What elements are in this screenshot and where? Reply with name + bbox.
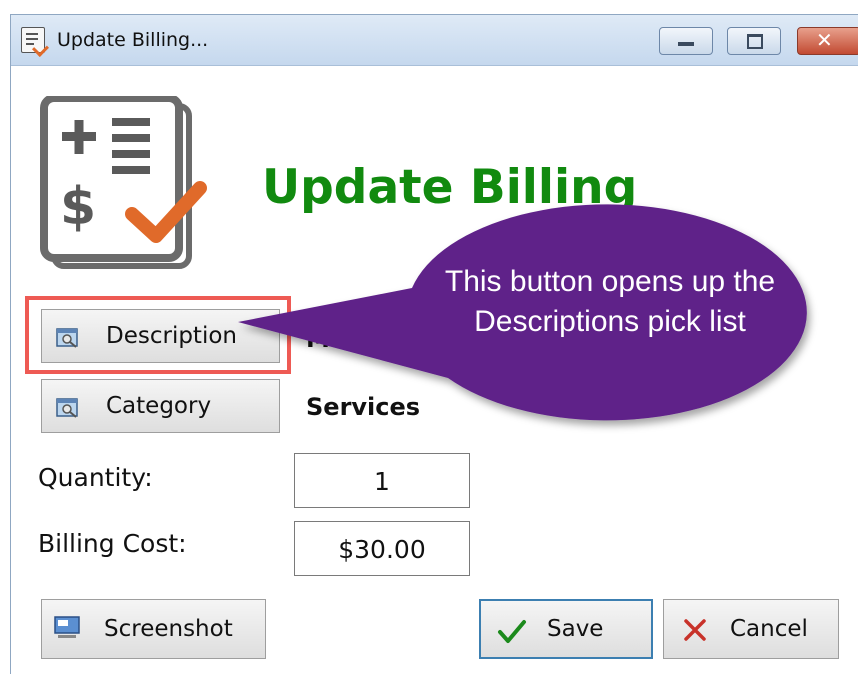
category-button-label: Category	[106, 393, 212, 419]
cancel-button-label: Cancel	[730, 616, 808, 642]
callout-text: This button opens up the Descriptions pi…	[444, 265, 776, 338]
page-title: Update Billing	[262, 160, 638, 215]
maximize-button[interactable]	[727, 27, 781, 55]
category-value: Services	[306, 393, 421, 421]
window-title: Update Billing...	[57, 29, 209, 51]
minimize-icon	[678, 42, 694, 46]
maximize-icon	[747, 34, 763, 49]
minimize-button[interactable]	[659, 27, 713, 55]
checkmark-icon	[498, 620, 526, 643]
save-button-label: Save	[547, 616, 604, 642]
cancel-button[interactable]: Cancel	[663, 599, 839, 659]
quantity-label: Quantity:	[38, 463, 153, 492]
cancel-icon	[684, 619, 706, 641]
billing-cost-input[interactable]: $30.00	[294, 521, 470, 576]
monitor-icon	[54, 616, 80, 638]
description-button-label: Description	[106, 323, 237, 349]
picklist-icon	[56, 328, 78, 348]
title-bar: Update Billing... ✕	[11, 15, 858, 66]
app-icon	[21, 27, 49, 57]
category-button[interactable]: Category	[41, 379, 280, 433]
billing-logo-icon: $	[40, 96, 207, 269]
svg-text:$: $	[60, 177, 96, 237]
picklist-icon	[56, 398, 78, 418]
screenshot-button-label: Screenshot	[104, 616, 233, 642]
close-icon: ✕	[816, 28, 833, 52]
description-value: Mo	[306, 325, 347, 353]
billing-cost-label: Billing Cost:	[38, 529, 187, 558]
screenshot-button[interactable]: Screenshot	[41, 599, 266, 659]
close-button[interactable]: ✕	[797, 27, 858, 55]
quantity-input[interactable]: 1	[294, 453, 470, 508]
save-button[interactable]: Save	[479, 599, 653, 659]
description-button[interactable]: Description	[41, 309, 280, 363]
